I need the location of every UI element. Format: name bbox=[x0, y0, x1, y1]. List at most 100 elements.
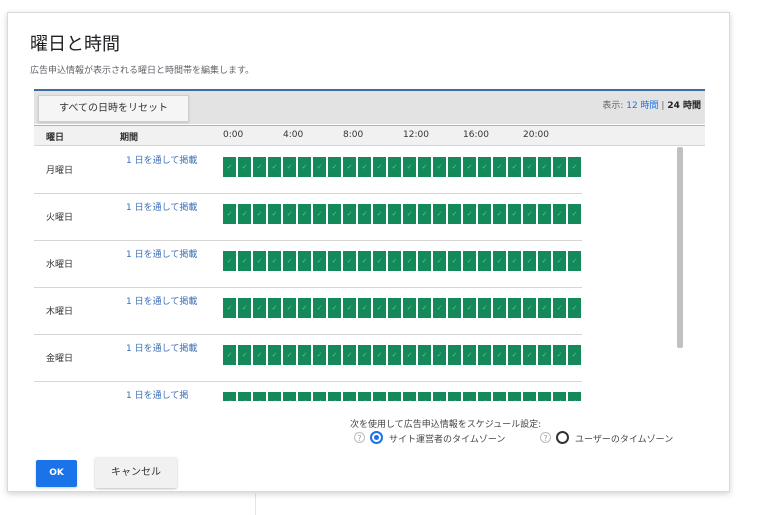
hour-cell[interactable]: ✓ bbox=[253, 298, 266, 318]
help-circle-icon[interactable]: ? bbox=[540, 432, 551, 443]
hour-cell[interactable]: ✓ bbox=[313, 298, 326, 318]
hour-cell[interactable]: ✓ bbox=[478, 157, 491, 177]
hour-cell[interactable]: ✓ bbox=[478, 298, 491, 318]
hour-cell[interactable]: ✓ bbox=[358, 204, 371, 224]
hour-cell[interactable]: ✓ bbox=[508, 204, 521, 224]
hour-cell[interactable]: ✓ bbox=[223, 157, 236, 177]
hour-cell[interactable]: ✓ bbox=[403, 345, 416, 365]
reset-all-button[interactable]: すべての日時をリセット bbox=[38, 95, 189, 122]
hour-cell[interactable]: ✓ bbox=[283, 345, 296, 365]
hour-cell[interactable]: ✓ bbox=[568, 251, 581, 271]
hour-cell[interactable]: ✓ bbox=[343, 251, 356, 271]
hour-cell[interactable]: ✓ bbox=[493, 251, 506, 271]
hour-cell[interactable]: ✓ bbox=[268, 392, 281, 401]
hour-cell[interactable]: ✓ bbox=[538, 157, 551, 177]
hour-cell[interactable]: ✓ bbox=[253, 392, 266, 401]
help-circle-icon[interactable]: ? bbox=[354, 432, 365, 443]
hour-cell[interactable]: ✓ bbox=[433, 251, 446, 271]
hour-cell[interactable]: ✓ bbox=[403, 157, 416, 177]
hour-cell[interactable]: ✓ bbox=[328, 392, 341, 401]
hour-cell[interactable]: ✓ bbox=[508, 298, 521, 318]
period-link[interactable]: 1 日を通して掲載 bbox=[126, 156, 206, 166]
hour-cell[interactable]: ✓ bbox=[298, 392, 311, 401]
hour-cell[interactable]: ✓ bbox=[403, 298, 416, 318]
hour-cell[interactable]: ✓ bbox=[268, 251, 281, 271]
hour-cell[interactable]: ✓ bbox=[343, 298, 356, 318]
hour-cell[interactable]: ✓ bbox=[463, 298, 476, 318]
hour-cell[interactable]: ✓ bbox=[478, 392, 491, 401]
hour-cell[interactable]: ✓ bbox=[433, 345, 446, 365]
hour-cell[interactable]: ✓ bbox=[493, 345, 506, 365]
hour-cell[interactable]: ✓ bbox=[313, 157, 326, 177]
hour-cell[interactable]: ✓ bbox=[313, 204, 326, 224]
hour-cell[interactable]: ✓ bbox=[238, 204, 251, 224]
hour-cell[interactable]: ✓ bbox=[268, 298, 281, 318]
hour-cell[interactable]: ✓ bbox=[433, 392, 446, 401]
hour-cell[interactable]: ✓ bbox=[508, 345, 521, 365]
hour-cell[interactable]: ✓ bbox=[238, 157, 251, 177]
hour-cell[interactable]: ✓ bbox=[508, 392, 521, 401]
hour-cell[interactable]: ✓ bbox=[388, 157, 401, 177]
hour-cell[interactable]: ✓ bbox=[298, 251, 311, 271]
hour-cell[interactable]: ✓ bbox=[283, 298, 296, 318]
hour-cell[interactable]: ✓ bbox=[553, 157, 566, 177]
hour-cell[interactable]: ✓ bbox=[418, 345, 431, 365]
period-link[interactable]: 1 日を通して掲載 bbox=[126, 344, 206, 354]
hour-cell[interactable]: ✓ bbox=[283, 392, 296, 401]
display-12h-link[interactable]: 12 時間 bbox=[626, 101, 658, 111]
hour-cell[interactable]: ✓ bbox=[568, 392, 581, 401]
hour-cell[interactable]: ✓ bbox=[283, 204, 296, 224]
hour-cell[interactable]: ✓ bbox=[523, 251, 536, 271]
hour-cell[interactable]: ✓ bbox=[388, 298, 401, 318]
hour-cell[interactable]: ✓ bbox=[238, 251, 251, 271]
hour-cell[interactable]: ✓ bbox=[538, 392, 551, 401]
hour-cell[interactable]: ✓ bbox=[373, 251, 386, 271]
hour-cell[interactable]: ✓ bbox=[523, 204, 536, 224]
hour-cell[interactable]: ✓ bbox=[313, 251, 326, 271]
hour-cell[interactable]: ✓ bbox=[418, 204, 431, 224]
hour-cell[interactable]: ✓ bbox=[478, 345, 491, 365]
hour-cell[interactable]: ✓ bbox=[358, 157, 371, 177]
user-timezone-radio[interactable] bbox=[556, 431, 569, 444]
hour-cell[interactable]: ✓ bbox=[568, 298, 581, 318]
hour-cell[interactable]: ✓ bbox=[523, 392, 536, 401]
hour-cell[interactable]: ✓ bbox=[493, 157, 506, 177]
hour-cell[interactable]: ✓ bbox=[478, 204, 491, 224]
hour-cell[interactable]: ✓ bbox=[253, 345, 266, 365]
hour-cell[interactable]: ✓ bbox=[388, 204, 401, 224]
hour-cell[interactable]: ✓ bbox=[523, 345, 536, 365]
hour-cell[interactable]: ✓ bbox=[553, 298, 566, 318]
hour-cell[interactable]: ✓ bbox=[268, 204, 281, 224]
hour-cell[interactable]: ✓ bbox=[328, 251, 341, 271]
hour-cell[interactable]: ✓ bbox=[433, 298, 446, 318]
hour-cell[interactable]: ✓ bbox=[313, 392, 326, 401]
hour-cell[interactable]: ✓ bbox=[373, 345, 386, 365]
hour-cell[interactable]: ✓ bbox=[298, 204, 311, 224]
hour-cell[interactable]: ✓ bbox=[418, 298, 431, 318]
user-timezone-label[interactable]: ユーザーのタイムゾーン bbox=[575, 432, 673, 445]
hour-cell[interactable]: ✓ bbox=[403, 251, 416, 271]
hour-cell[interactable]: ✓ bbox=[268, 345, 281, 365]
period-link[interactable]: 1 日を通して掲 bbox=[126, 391, 206, 401]
hour-cell[interactable]: ✓ bbox=[298, 345, 311, 365]
hour-cell[interactable]: ✓ bbox=[328, 157, 341, 177]
hour-cell[interactable]: ✓ bbox=[448, 251, 461, 271]
hour-cell[interactable]: ✓ bbox=[418, 157, 431, 177]
cancel-button[interactable]: キャンセル bbox=[95, 457, 177, 488]
hour-cell[interactable]: ✓ bbox=[238, 392, 251, 401]
hour-cell[interactable]: ✓ bbox=[538, 345, 551, 365]
hour-cell[interactable]: ✓ bbox=[478, 251, 491, 271]
hour-cell[interactable]: ✓ bbox=[223, 392, 236, 401]
hour-cell[interactable]: ✓ bbox=[313, 345, 326, 365]
hour-cell[interactable]: ✓ bbox=[433, 204, 446, 224]
hour-cell[interactable]: ✓ bbox=[343, 392, 356, 401]
hour-cell[interactable]: ✓ bbox=[448, 392, 461, 401]
hour-cell[interactable]: ✓ bbox=[298, 298, 311, 318]
hour-cell[interactable]: ✓ bbox=[328, 345, 341, 365]
hour-cell[interactable]: ✓ bbox=[298, 157, 311, 177]
hour-cell[interactable]: ✓ bbox=[403, 204, 416, 224]
hour-cell[interactable]: ✓ bbox=[553, 204, 566, 224]
hour-cell[interactable]: ✓ bbox=[358, 298, 371, 318]
hour-cell[interactable]: ✓ bbox=[373, 392, 386, 401]
hour-cell[interactable]: ✓ bbox=[433, 157, 446, 177]
